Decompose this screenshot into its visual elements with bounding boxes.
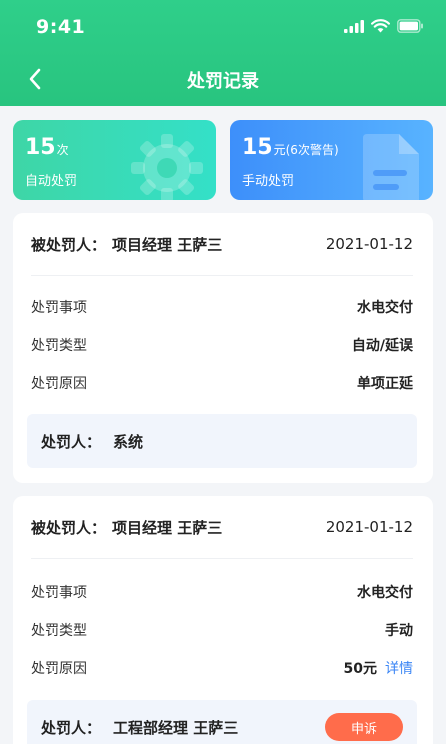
detail-row-type: 处罚类型 自动/延误 — [31, 334, 413, 356]
page-title: 处罚记录 — [187, 71, 259, 92]
status-icons — [344, 18, 424, 34]
status-time: 9:41 — [36, 16, 86, 38]
auto-stat-value: 15 次 — [25, 135, 69, 160]
details-link[interactable]: 详情 — [385, 661, 413, 677]
nav-bar: 处罚记录 — [0, 54, 446, 106]
auto-label: 自动处罚 — [25, 174, 78, 189]
manual-stat-value: 15 元(6次警告) — [242, 135, 339, 160]
manual-unit: 元(6次警告) — [273, 143, 339, 157]
detail-label: 处罚类型 — [31, 623, 87, 639]
detail-value: 50元 — [343, 661, 377, 677]
punisher-box: 处罚人： 工程部经理 王萨三 申诉 — [27, 700, 417, 744]
document-icon — [363, 134, 419, 200]
appeal-button[interactable]: 申诉 — [325, 713, 403, 741]
detail-row-item: 处罚事项 水电交付 — [31, 296, 413, 318]
detail-value: 单项正延 — [357, 376, 413, 392]
punished-person: 被处罚人： 项目经理 王萨三 — [31, 517, 222, 538]
detail-row-item: 处罚事项 水电交付 — [31, 581, 413, 603]
detail-value: 手动 — [385, 623, 413, 639]
detail-row-reason: 处罚原因 单项正延 — [31, 372, 413, 394]
manual-amount: 15 — [242, 135, 273, 160]
manual-label: 手动处罚 — [242, 174, 295, 189]
divider — [31, 558, 413, 559]
signal-icon — [344, 19, 364, 33]
detail-row-reason: 处罚原因 50元 详情 — [31, 657, 413, 679]
detail-value: 自动/延误 — [351, 338, 413, 354]
detail-value: 水电交付 — [357, 300, 413, 316]
punisher-name: 系统 — [113, 432, 144, 451]
detail-label: 处罚原因 — [31, 661, 87, 677]
reason-value-group: 50元 详情 — [344, 658, 413, 678]
auto-unit: 次 — [56, 143, 69, 157]
punisher-name: 工程部经理 王萨三 — [113, 718, 239, 737]
punished-name: 项目经理 王萨三 — [112, 235, 223, 254]
punished-label: 被处罚人： — [31, 518, 107, 537]
record-header: 被处罚人： 项目经理 王萨三 2021-01-12 — [31, 514, 413, 540]
record-date: 2021-01-12 — [325, 235, 413, 253]
punisher-label: 处罚人： — [41, 432, 102, 451]
auto-punishment-card[interactable]: 15 次 自动处罚 — [13, 120, 216, 200]
app-header: 9:41 处罚记录 — [0, 0, 446, 106]
manual-punishment-card[interactable]: 15 元(6次警告) 手动处罚 — [230, 120, 433, 200]
punisher-box: 处罚人： 系统 — [27, 414, 417, 468]
detail-label: 处罚事项 — [31, 585, 87, 601]
detail-label: 处罚原因 — [31, 376, 87, 392]
record-date: 2021-01-12 — [325, 518, 413, 536]
punished-label: 被处罚人： — [31, 235, 107, 254]
detail-row-type: 处罚类型 手动 — [31, 619, 413, 641]
punished-person: 被处罚人： 项目经理 王萨三 — [31, 234, 222, 255]
punisher-label: 处罚人： — [41, 718, 102, 737]
detail-label: 处罚事项 — [31, 300, 87, 316]
status-bar: 9:41 — [0, 0, 446, 54]
battery-icon — [397, 19, 423, 33]
penalty-record-card: 被处罚人： 项目经理 王萨三 2021-01-12 处罚事项 水电交付 处罚类型 … — [13, 213, 433, 483]
record-header: 被处罚人： 项目经理 王萨三 2021-01-12 — [31, 231, 413, 257]
penalty-record-card: 被处罚人： 项目经理 王萨三 2021-01-12 处罚事项 水电交付 处罚类型 … — [13, 496, 433, 744]
divider — [31, 275, 413, 276]
wifi-icon — [371, 19, 390, 33]
detail-value: 水电交付 — [357, 585, 413, 601]
auto-count: 15 — [25, 135, 56, 160]
detail-label: 处罚类型 — [31, 338, 87, 354]
punished-name: 项目经理 王萨三 — [112, 518, 223, 537]
gear-icon — [131, 134, 203, 200]
